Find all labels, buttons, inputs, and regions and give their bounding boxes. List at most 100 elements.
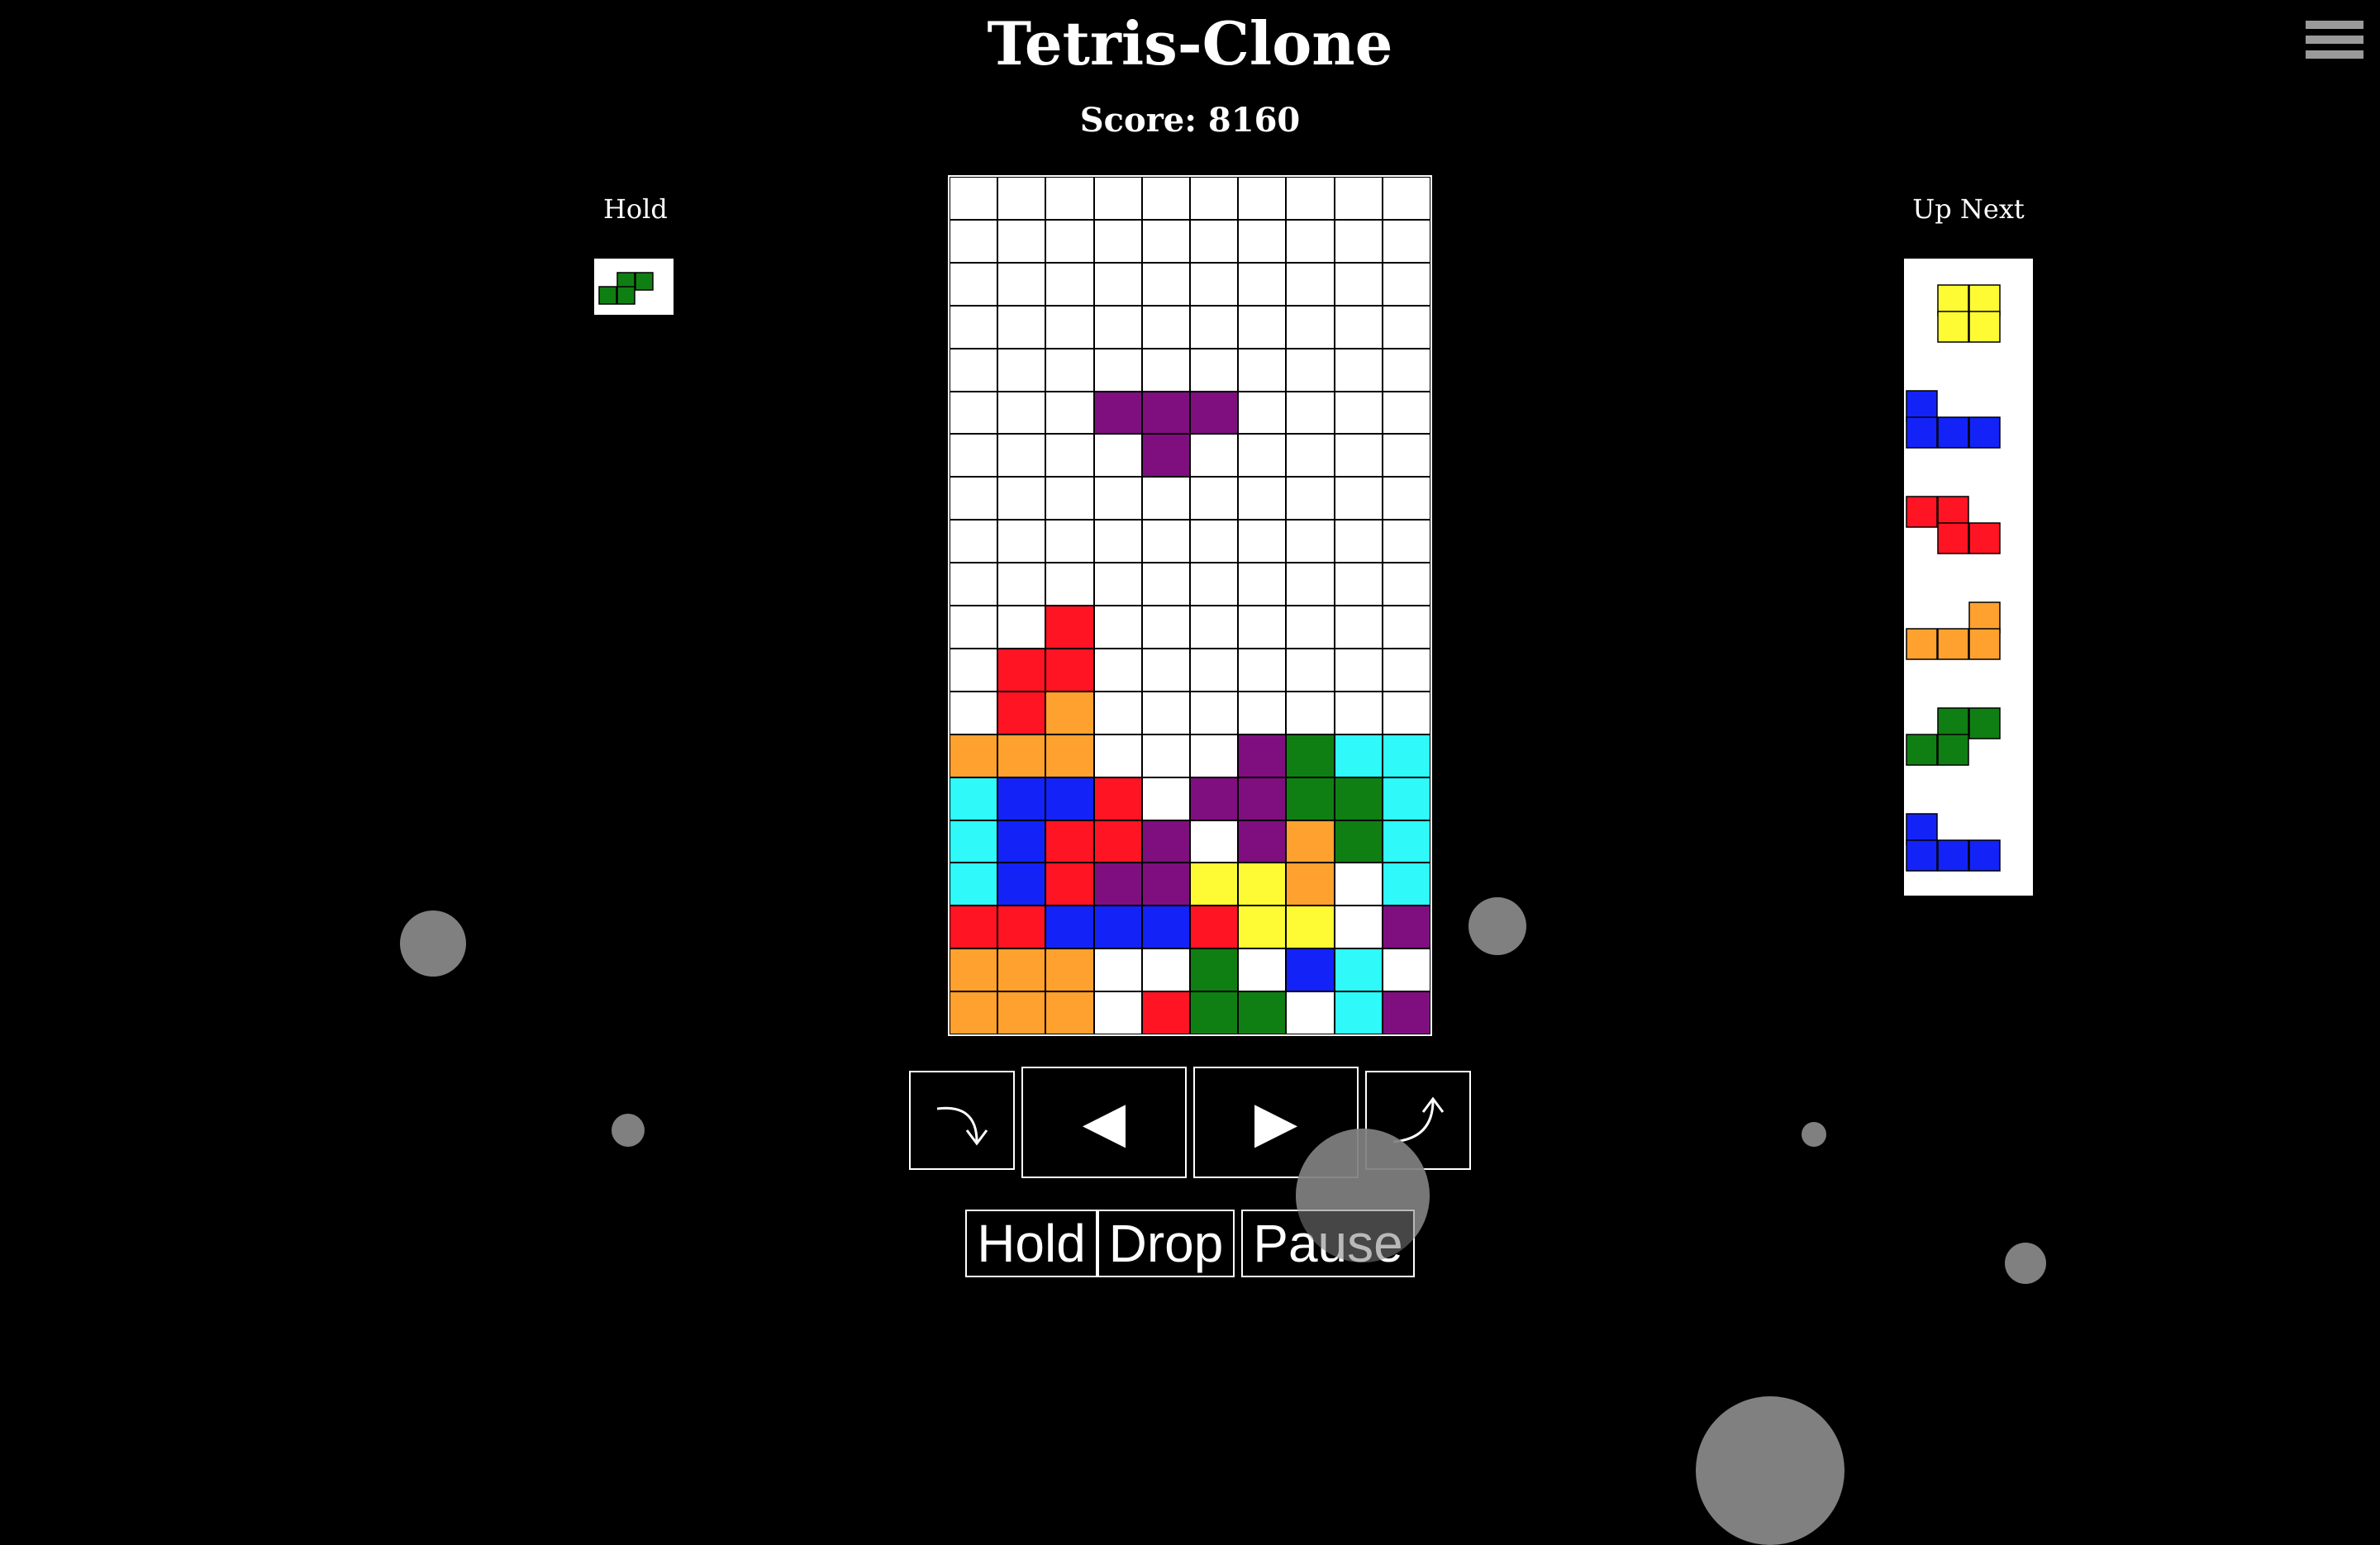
board-cell-empty	[1190, 477, 1239, 521]
board-cell-filled	[997, 863, 1046, 906]
board-cell-empty	[997, 520, 1046, 563]
board-cell-filled	[950, 948, 998, 992]
board-cell-empty	[1141, 606, 1190, 649]
board-cell-empty	[1382, 648, 1430, 692]
board-cell-filled	[1382, 734, 1430, 777]
board-cell-empty	[1141, 477, 1190, 521]
board-cell-empty	[1045, 391, 1094, 435]
board-cell-empty	[1382, 520, 1430, 563]
board-cell-empty	[1045, 219, 1094, 263]
board-cell-empty	[1382, 305, 1430, 349]
board-cell-empty	[1190, 434, 1239, 478]
next-piece-block	[1968, 707, 2001, 739]
board-cell-filled	[1045, 777, 1094, 820]
board-cell-filled	[1093, 820, 1142, 863]
menu-line	[2306, 36, 2363, 44]
board-cell-empty	[1382, 262, 1430, 306]
board-cell-empty	[950, 177, 998, 220]
next-piece-block	[1937, 628, 1969, 660]
rotate-clockwise-button[interactable]	[909, 1071, 1015, 1170]
board-cell-filled	[997, 948, 1046, 992]
board-cell-empty	[1286, 348, 1335, 392]
board-cell-filled	[1382, 906, 1430, 949]
board-cell-filled	[1045, 820, 1094, 863]
board-cell-empty	[1093, 606, 1142, 649]
menu-line	[2306, 50, 2363, 59]
board-cell-empty	[1238, 434, 1287, 478]
board-cell-filled	[1141, 434, 1190, 478]
board-cell-empty	[1382, 391, 1430, 435]
left-arrow-icon: ◀	[1082, 1091, 1126, 1153]
board-cell-empty	[1286, 434, 1335, 478]
board-cell-filled	[997, 691, 1046, 734]
right-arrow-icon: ▶	[1254, 1091, 1298, 1153]
board-cell-empty	[1093, 305, 1142, 349]
board-cell-filled	[1141, 906, 1190, 949]
board-cell-empty	[1334, 906, 1383, 949]
board-cell-empty	[1190, 820, 1239, 863]
board-cell-filled	[1190, 863, 1239, 906]
board-cell-empty	[1286, 691, 1335, 734]
board-cell-empty	[1238, 219, 1287, 263]
board-cell-filled	[1382, 777, 1430, 820]
board-cell-filled	[1190, 906, 1239, 949]
background-bubble	[1468, 897, 1526, 955]
board-cell-empty	[1286, 991, 1335, 1034]
board-cell-empty	[1286, 606, 1335, 649]
board-cell-filled	[1334, 820, 1383, 863]
board-cell-empty	[1238, 391, 1287, 435]
board-cell-filled	[1286, 820, 1335, 863]
board-cell-empty	[1093, 434, 1142, 478]
next-piece-block	[1937, 839, 1969, 872]
background-bubble	[2005, 1243, 2046, 1284]
board-cell-empty	[1334, 606, 1383, 649]
board-cell-empty	[1334, 477, 1383, 521]
board-cell-filled	[950, 906, 998, 949]
board-cell-empty	[1334, 434, 1383, 478]
pause-button[interactable]: Pause	[1241, 1210, 1415, 1277]
board-cell-empty	[1190, 305, 1239, 349]
score-display: Score: 8160	[1079, 101, 1301, 140]
board-cell-empty	[1286, 219, 1335, 263]
board-cell-filled	[950, 863, 998, 906]
board-cell-empty	[950, 391, 998, 435]
hamburger-menu-icon[interactable]	[2306, 17, 2363, 74]
board-cell-empty	[1190, 177, 1239, 220]
board-cell-empty	[1093, 563, 1142, 606]
board-cell-empty	[1334, 348, 1383, 392]
board-cell-filled	[950, 991, 998, 1034]
board-cell-empty	[1238, 262, 1287, 306]
board-cell-empty	[950, 219, 998, 263]
board-cell-empty	[997, 262, 1046, 306]
board-cell-empty	[1238, 520, 1287, 563]
board-cell-empty	[997, 305, 1046, 349]
next-piece-block	[1968, 311, 2001, 343]
drop-button[interactable]: Drop	[1097, 1210, 1235, 1277]
board-cell-empty	[1286, 262, 1335, 306]
board-cell-empty	[1382, 606, 1430, 649]
board-cell-empty	[1286, 563, 1335, 606]
board-cell-empty	[997, 606, 1046, 649]
board-cell-empty	[1382, 219, 1430, 263]
board-cell-empty	[1141, 948, 1190, 992]
board-cell-empty	[1190, 606, 1239, 649]
board-cell-filled	[1382, 820, 1430, 863]
next-piece-block	[1906, 734, 1938, 766]
board-cell-empty	[1141, 734, 1190, 777]
board-cell-empty	[1286, 391, 1335, 435]
hold-piece-preview	[598, 272, 654, 305]
board-cell-filled	[1045, 648, 1094, 692]
board-cell-empty	[1286, 477, 1335, 521]
board-cell-empty	[1093, 177, 1142, 220]
game-board	[948, 175, 1432, 1036]
board-cell-filled	[1382, 991, 1430, 1034]
board-cell-empty	[1093, 348, 1142, 392]
move-left-button[interactable]: ◀	[1021, 1067, 1187, 1178]
next-piece-block	[1968, 416, 2001, 449]
board-cell-filled	[1045, 948, 1094, 992]
next-piece-block	[1968, 522, 2001, 554]
board-cell-empty	[1141, 305, 1190, 349]
board-cell-filled	[1045, 691, 1094, 734]
board-cell-empty	[1238, 691, 1287, 734]
hold-button[interactable]: Hold	[965, 1210, 1097, 1277]
